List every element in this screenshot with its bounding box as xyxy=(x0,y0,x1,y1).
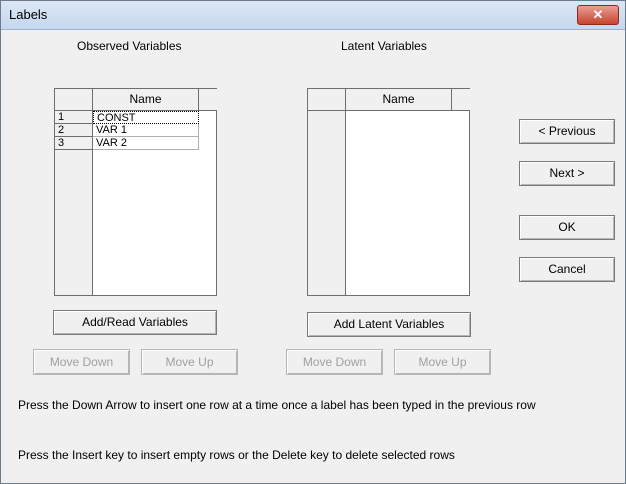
labels-dialog: Labels ✕ Observed Variables Name 1 CONST… xyxy=(0,0,626,484)
observed-variables-grid[interactable]: Name 1 CONST 2 VAR 1 3 VAR 2 xyxy=(54,88,217,296)
row-number[interactable]: 2 xyxy=(55,124,93,137)
title-bar[interactable]: Labels ✕ xyxy=(1,1,625,30)
grid-corner[interactable] xyxy=(55,89,93,111)
close-icon: ✕ xyxy=(592,7,604,22)
latent-move-up-button[interactable]: Move Up xyxy=(394,349,491,375)
name-cell-selected[interactable]: CONST xyxy=(93,111,199,124)
add-read-variables-button[interactable]: Add/Read Variables xyxy=(53,310,217,335)
row-header-column xyxy=(308,89,346,295)
instruction-insert-delete: Press the Insert key to insert empty row… xyxy=(18,448,455,462)
ok-button[interactable]: OK xyxy=(519,215,615,240)
latent-move-down-button[interactable]: Move Down xyxy=(286,349,383,375)
observed-move-down-button[interactable]: Move Down xyxy=(33,349,130,375)
add-latent-variables-button[interactable]: Add Latent Variables xyxy=(307,312,471,337)
next-button[interactable]: Next > xyxy=(519,161,615,186)
observed-move-up-button[interactable]: Move Up xyxy=(141,349,238,375)
instruction-down-arrow: Press the Down Arrow to insert one row a… xyxy=(18,398,536,412)
name-column-header[interactable]: Name xyxy=(346,89,452,111)
name-column-header[interactable]: Name xyxy=(93,89,199,111)
name-cell[interactable]: VAR 2 xyxy=(93,137,199,150)
latent-variables-heading: Latent Variables xyxy=(341,39,427,53)
cancel-button[interactable]: Cancel xyxy=(519,257,615,282)
extra-column-header[interactable] xyxy=(452,89,470,111)
row-number[interactable]: 1 xyxy=(55,111,93,124)
close-button[interactable]: ✕ xyxy=(577,5,619,25)
grid-corner[interactable] xyxy=(308,89,346,111)
observed-variables-heading: Observed Variables xyxy=(77,39,182,53)
window-title: Labels xyxy=(9,7,48,22)
previous-button[interactable]: < Previous xyxy=(519,119,615,144)
extra-column-header[interactable] xyxy=(199,89,217,111)
latent-variables-grid[interactable]: Name xyxy=(307,88,470,296)
name-cell[interactable]: VAR 1 xyxy=(93,124,199,137)
row-number[interactable]: 3 xyxy=(55,137,93,150)
